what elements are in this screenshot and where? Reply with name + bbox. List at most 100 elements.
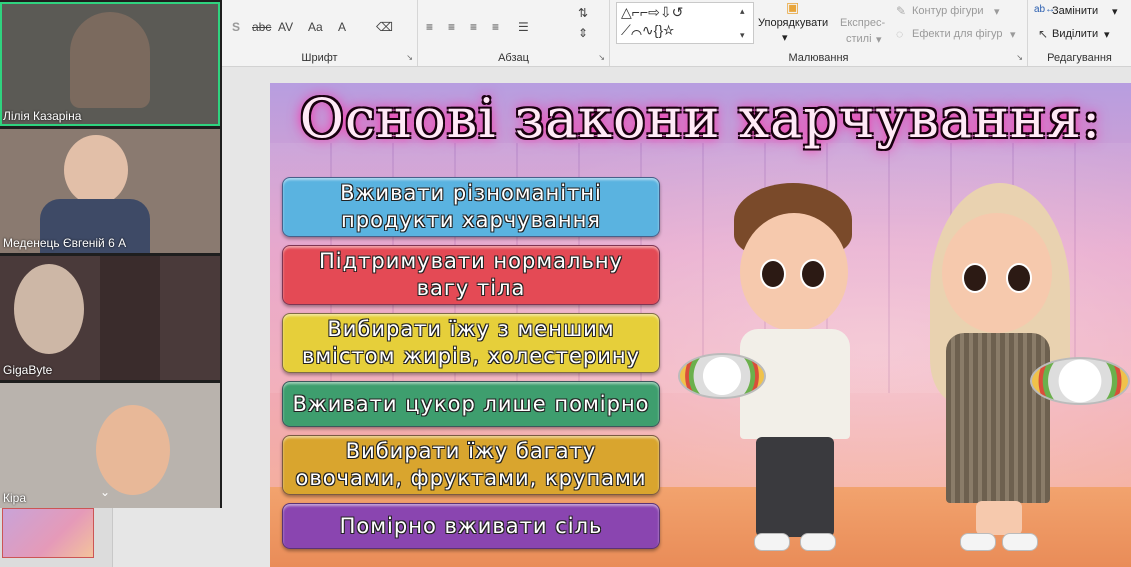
rule-box[interactable]: Вживати цукор лише помірно bbox=[282, 381, 660, 427]
arrange-icon[interactable]: ▣ bbox=[786, 0, 799, 14]
align-text-icon[interactable]: ⇕ bbox=[578, 26, 588, 40]
align-left-icon[interactable]: ≡ bbox=[426, 20, 433, 34]
room-wardrobe bbox=[100, 256, 160, 380]
rule-text: Вживати різноманітні продукти харчування bbox=[340, 181, 602, 232]
participant-avatar bbox=[70, 12, 150, 108]
effects-icon: ◌ bbox=[896, 27, 904, 41]
select-button[interactable]: Виділити bbox=[1052, 28, 1098, 40]
select-chevron-icon[interactable]: ▾ bbox=[1104, 28, 1110, 41]
boy-shoe-left bbox=[754, 533, 790, 551]
boy-illustration[interactable] bbox=[678, 183, 910, 567]
participant-tile[interactable]: GigaByte bbox=[0, 256, 220, 380]
cursor-icon: ↖ bbox=[1038, 27, 1049, 41]
pen-icon: ✎ bbox=[896, 4, 907, 18]
shape-outline-chevron-icon[interactable]: ▾ bbox=[994, 5, 1000, 18]
strikethrough-button[interactable]: abc bbox=[252, 20, 271, 34]
paragraph-group: ≡ ≡ ≡ ≡ ☰ ⇅ ⇕ Абзац ↘ bbox=[418, 0, 610, 66]
dialog-launcher-icon[interactable]: ↘ bbox=[598, 53, 605, 62]
girl-eye-right bbox=[1006, 263, 1032, 293]
rule-box[interactable]: Помірно вживати сіль bbox=[282, 503, 660, 549]
girl-shoe-left bbox=[960, 533, 996, 551]
arc-shape-icon[interactable]: ⌒ bbox=[631, 22, 642, 38]
paragraph-group-label: Абзац bbox=[498, 52, 529, 64]
editing-group-label: Редагування bbox=[1047, 52, 1112, 64]
participant-avatar bbox=[14, 264, 84, 354]
boy-head bbox=[740, 213, 848, 331]
quick-styles-chevron-icon[interactable]: ▾ bbox=[876, 33, 882, 46]
scroll-up-icon[interactable]: ▴ bbox=[740, 4, 745, 18]
participant-avatar bbox=[96, 405, 170, 495]
font-group: S abc AV Aa A ⌫ Шрифт ↘ bbox=[222, 0, 418, 66]
shape-outline-button[interactable]: Контур фігури bbox=[912, 5, 983, 17]
girl-dress bbox=[946, 333, 1050, 503]
align-center-icon[interactable]: ≡ bbox=[448, 20, 455, 34]
boy-shoe-right bbox=[800, 533, 836, 551]
triangle-shape-icon[interactable]: △ bbox=[621, 4, 632, 20]
rule-box[interactable]: Вибирати їжу з меншим вмістом жирів, хол… bbox=[282, 313, 660, 373]
video-call-panel: Лілія Казаріна Меденець Євгеній 6 А Giga… bbox=[0, 0, 222, 508]
text-direction-icon[interactable]: ⇅ bbox=[578, 6, 588, 20]
slide-thumbnail[interactable] bbox=[2, 508, 94, 558]
quick-styles-label-1[interactable]: Експрес- bbox=[840, 17, 885, 29]
font-color-button[interactable]: A bbox=[338, 20, 346, 34]
expand-chevron-icon[interactable]: ⌄ bbox=[100, 485, 110, 499]
participant-name: Кіра bbox=[3, 491, 27, 505]
font-group-label: Шрифт bbox=[301, 52, 338, 64]
elbow-shape-icon[interactable]: ⌐ bbox=[640, 4, 648, 20]
participant-tile[interactable]: Лілія Казаріна bbox=[0, 2, 220, 126]
slide-title[interactable]: Основі закони харчування: bbox=[270, 87, 1131, 150]
shapes-gallery[interactable]: △⌐⌐⇨⇩↺ ⟋⌒∿{}☆ bbox=[616, 2, 754, 44]
rule-text: Підтримувати нормальну вагу тіла bbox=[318, 249, 623, 300]
rule-text: Вживати цукор лише помірно bbox=[292, 391, 650, 416]
shadow-text-button[interactable]: S bbox=[232, 20, 240, 34]
dialog-launcher-icon[interactable]: ↘ bbox=[406, 53, 413, 62]
replace-button[interactable]: Замінити bbox=[1052, 5, 1098, 17]
boy-pants bbox=[756, 437, 834, 537]
boy-eye-right bbox=[800, 259, 826, 289]
rule-box[interactable]: Вибирати їжу багату овочами, фруктами, к… bbox=[282, 435, 660, 495]
align-right-icon[interactable]: ≡ bbox=[470, 20, 477, 34]
connector-shape-icon[interactable]: ⌐ bbox=[632, 4, 640, 20]
editing-group: ab↔ Замінити ▾ ↖ Виділити ▾ Редагування bbox=[1028, 0, 1131, 66]
columns-icon[interactable]: ☰ bbox=[518, 20, 529, 34]
rule-text: Вибирати їжу багату овочами, фруктами, к… bbox=[295, 439, 647, 490]
star-shape-icon[interactable]: ☆ bbox=[663, 22, 674, 38]
rule-text: Помірно вживати сіль bbox=[339, 513, 603, 538]
girl-head bbox=[942, 213, 1052, 333]
boy-eye-left bbox=[760, 259, 786, 289]
participant-name: Лілія Казаріна bbox=[3, 109, 82, 123]
shape-effects-chevron-icon[interactable]: ▾ bbox=[1010, 28, 1016, 41]
curve-shape-icon[interactable]: ∿ bbox=[642, 22, 654, 38]
line-shape-icon[interactable]: ⟋ bbox=[621, 22, 631, 38]
drawing-group: △⌐⌐⇨⇩↺ ⟋⌒∿{}☆ ▴ ▾ ▣ Упорядкувати ▾ Експр… bbox=[610, 0, 1028, 66]
dialog-launcher-icon[interactable]: ↘ bbox=[1016, 53, 1023, 62]
clear-format-icon[interactable]: ⌫ bbox=[376, 20, 393, 34]
boy-food-plate bbox=[678, 353, 766, 399]
girl-shoe-right bbox=[1002, 533, 1038, 551]
shape-effects-button[interactable]: Ефекти для фігур bbox=[912, 28, 1003, 40]
girl-legs bbox=[976, 501, 1022, 535]
girl-food-plate bbox=[1030, 357, 1130, 405]
justify-icon[interactable]: ≡ bbox=[492, 20, 499, 34]
rule-box[interactable]: Підтримувати нормальну вагу тіла bbox=[282, 245, 660, 305]
quick-styles-label-2[interactable]: стилі bbox=[846, 33, 872, 45]
drawing-group-label: Малювання bbox=[788, 52, 849, 64]
participant-avatar bbox=[64, 135, 128, 205]
girl-illustration[interactable] bbox=[890, 183, 1130, 567]
arrange-chevron-icon[interactable]: ▾ bbox=[782, 31, 788, 44]
curved-shape-icon[interactable]: ↺ bbox=[672, 4, 684, 20]
change-case-button[interactable]: Aa bbox=[308, 20, 323, 34]
down-arrow-shape-icon[interactable]: ⇩ bbox=[660, 4, 672, 20]
participant-tile[interactable]: Меденець Євгеній 6 А bbox=[0, 129, 220, 253]
participant-name: GigaByte bbox=[3, 363, 53, 377]
rule-text: Вибирати їжу з меншим вмістом жирів, хол… bbox=[301, 317, 641, 368]
rule-box[interactable]: Вживати різноманітні продукти харчування bbox=[282, 177, 660, 237]
arrange-button[interactable]: Упорядкувати bbox=[758, 17, 828, 29]
replace-chevron-icon[interactable]: ▾ bbox=[1112, 5, 1118, 18]
slide-canvas[interactable]: Основі закони харчування: Вживати різном… bbox=[270, 83, 1131, 567]
right-arrow-shape-icon[interactable]: ⇨ bbox=[648, 4, 660, 20]
girl-eye-left bbox=[962, 263, 988, 293]
participant-name: Меденець Євгеній 6 А bbox=[3, 236, 127, 250]
character-spacing-button[interactable]: AV bbox=[278, 20, 293, 34]
expand-gallery-icon[interactable]: ▾ bbox=[740, 28, 745, 42]
